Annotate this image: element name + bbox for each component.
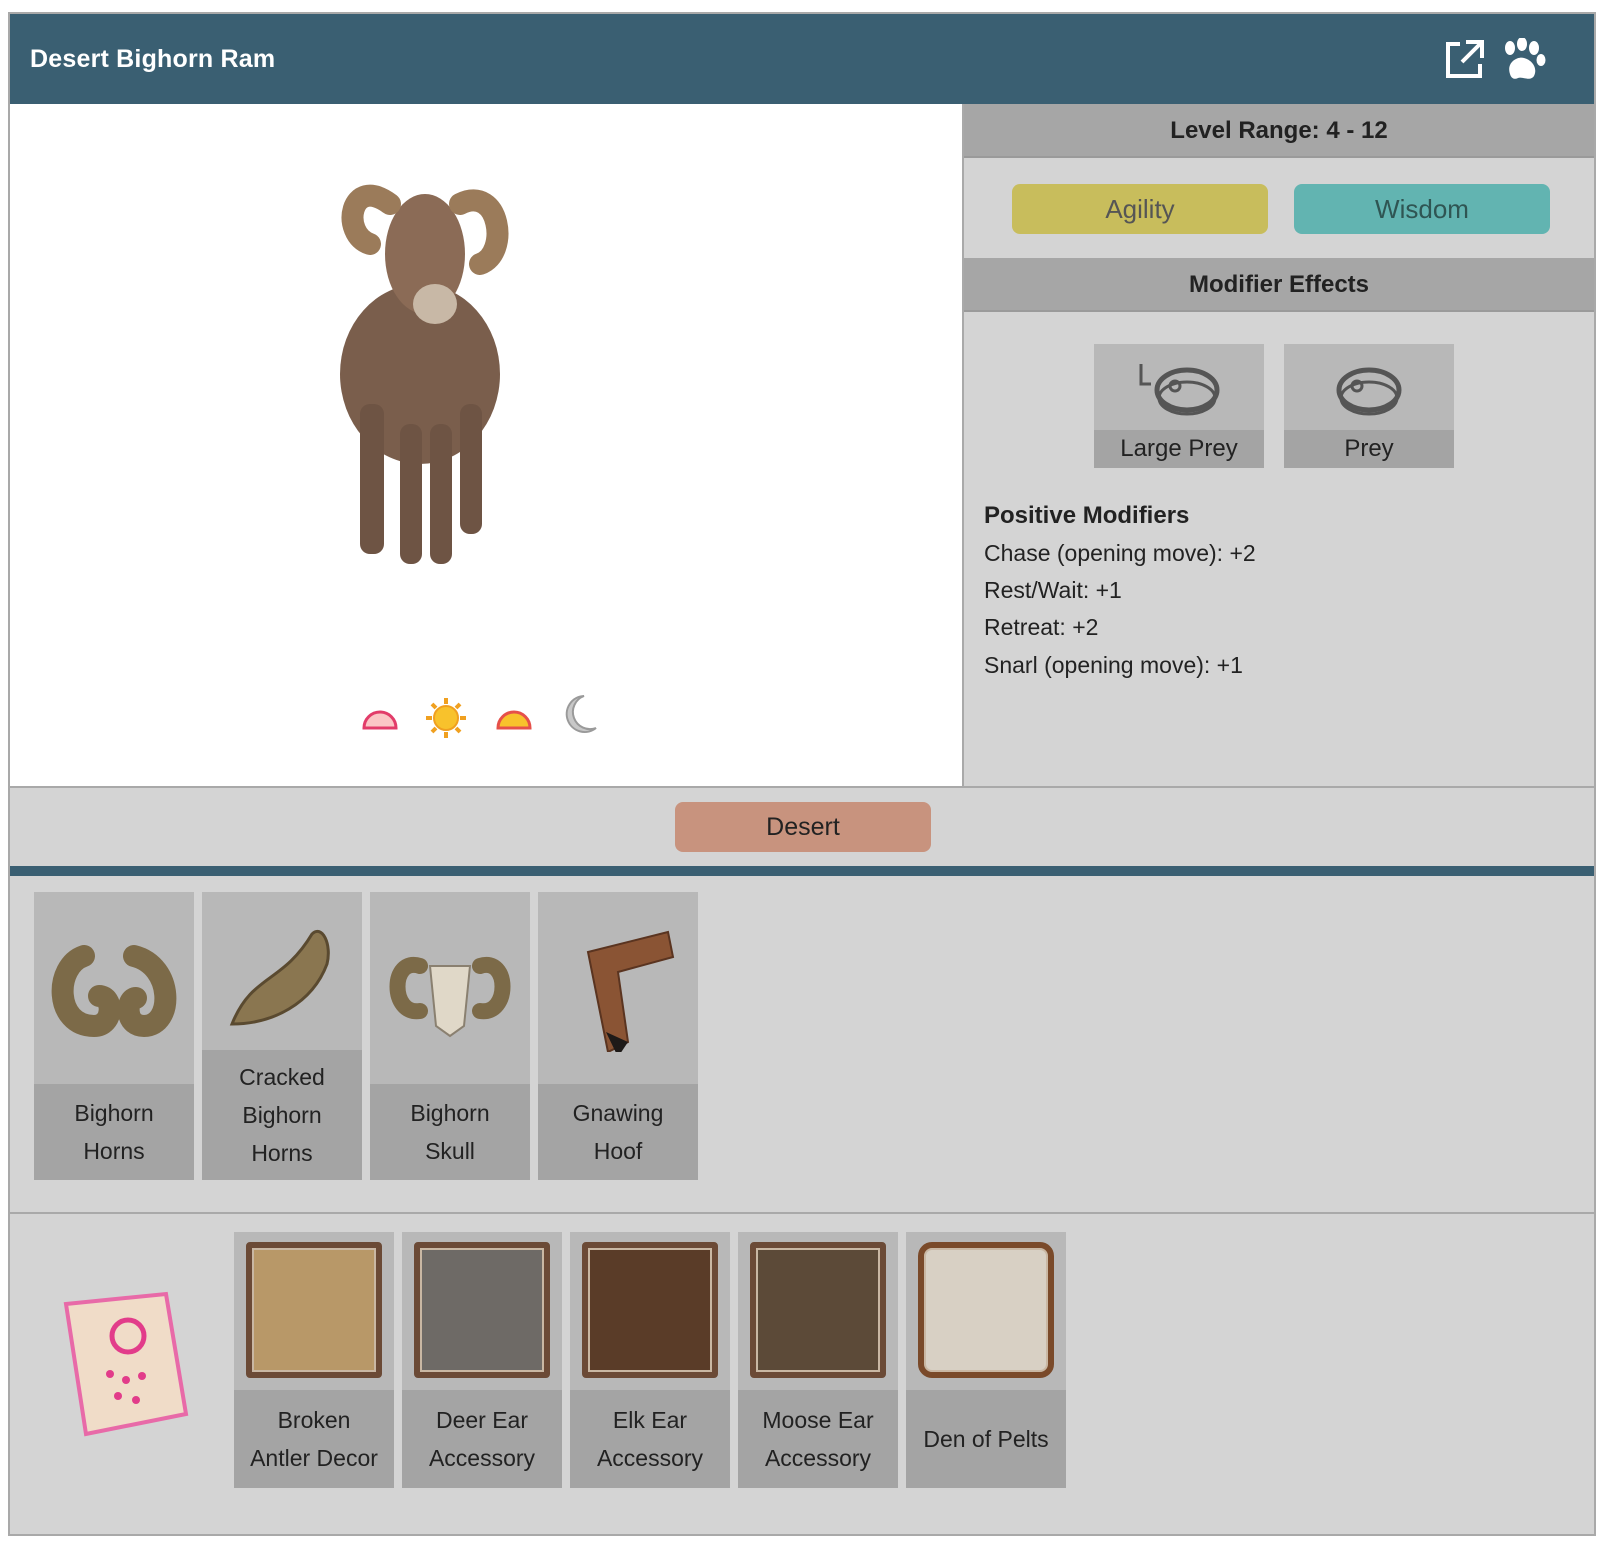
item-label-line: Bighorn xyxy=(74,1100,154,1126)
drop-bighorn-horns[interactable]: Bighorn Horns xyxy=(34,892,194,1180)
item-label-line: Moose Ear xyxy=(762,1407,874,1433)
biome-desert-button[interactable]: Desert xyxy=(675,802,931,852)
scroll-icon xyxy=(46,1284,196,1449)
biome-bar: Desert xyxy=(10,788,1594,866)
item-label-line: Antler Decor xyxy=(250,1445,378,1471)
agility-button[interactable]: Agility xyxy=(1012,184,1268,234)
paw-icon[interactable] xyxy=(1500,37,1546,87)
pelts-icon xyxy=(918,1242,1054,1378)
item-label-line: Hoof xyxy=(593,1138,643,1164)
tag-large-prey[interactable]: Large Prey xyxy=(1094,344,1264,468)
craft-deer-ear-accessory[interactable]: Deer Ear Accessory xyxy=(402,1232,562,1488)
stats-panel: Level Range: 4 - 12 Agility Wisdom Modif… xyxy=(964,104,1594,788)
drop-gnawing-hoof[interactable]: Gnawing Hoof xyxy=(538,892,698,1180)
large-meat-icon xyxy=(1139,364,1220,416)
hoof-icon xyxy=(586,930,675,1052)
creature-title: Desert Bighorn Ram xyxy=(30,45,276,73)
crafts-section: Broken Antler Decor Deer Ear Accessory E… xyxy=(10,1214,1594,1536)
positive-modifiers-title: Positive Modifiers xyxy=(984,502,1190,529)
tag-label: Prey xyxy=(1284,430,1454,468)
item-label-line: Horns xyxy=(251,1140,313,1166)
modifier-line: Snarl (opening move): +1 xyxy=(984,652,1243,678)
creature-card: Desert Bighorn Ram Level Range: 4 - 12 A… xyxy=(8,12,1596,1536)
skull-icon xyxy=(389,956,511,1038)
title-bar: Desert Bighorn Ram xyxy=(10,14,1594,104)
craft-den-of-pelts[interactable]: Den of Pelts xyxy=(906,1232,1066,1488)
modifier-line: Retreat: +2 xyxy=(984,614,1099,640)
wisdom-button[interactable]: Wisdom xyxy=(1294,184,1550,234)
item-label-line: Gnawing xyxy=(572,1100,664,1126)
item-label-line: Elk Ear xyxy=(612,1407,688,1433)
craft-moose-ear-accessory[interactable]: Moose Ear Accessory xyxy=(738,1232,898,1488)
item-label-line: Den of Pelts xyxy=(923,1426,1049,1452)
time-of-day-bar xyxy=(360,695,620,754)
cracked-horn-icon xyxy=(229,930,330,1026)
creature-image-panel xyxy=(10,104,964,788)
sun-icon xyxy=(424,696,468,745)
tag-label: Large Prey xyxy=(1094,430,1264,468)
item-label-line: Accessory xyxy=(764,1445,872,1471)
antler-decor-icon xyxy=(246,1242,382,1378)
horns-icon xyxy=(51,945,177,1038)
item-label-line: Deer Ear xyxy=(435,1407,529,1433)
modifier-effects-heading: Modifier Effects xyxy=(964,258,1594,312)
item-label-line: Horns xyxy=(83,1138,145,1164)
item-label-line: Accessory xyxy=(428,1445,536,1471)
craft-broken-antler-decor[interactable]: Broken Antler Decor xyxy=(234,1232,394,1488)
drop-cracked-bighorn-horns[interactable]: Cracked Bighorn Horns xyxy=(202,892,362,1180)
level-range: Level Range: 4 - 12 xyxy=(964,104,1594,158)
item-label-line: Skull xyxy=(425,1138,475,1164)
item-label-line: Broken xyxy=(277,1407,351,1433)
modifier-line: Chase (opening move): +2 xyxy=(984,540,1256,566)
item-label-line: Bighorn xyxy=(410,1100,490,1126)
section-divider xyxy=(10,866,1594,876)
dawn-icon xyxy=(360,704,400,739)
item-label-line: Cracked xyxy=(239,1064,325,1090)
dusk-icon xyxy=(494,704,534,739)
item-label-line: Accessory xyxy=(596,1445,704,1471)
drop-bighorn-skull[interactable]: Bighorn Skull xyxy=(370,892,530,1180)
tag-prey[interactable]: Prey xyxy=(1284,344,1454,468)
moose-ear-icon xyxy=(750,1242,886,1378)
drops-section: Bighorn Horns Cracked Bighorn Horns Bigh… xyxy=(10,876,1594,1214)
meat-icon xyxy=(1336,367,1402,416)
deer-ear-icon xyxy=(414,1242,550,1378)
external-link-icon[interactable] xyxy=(1442,38,1486,87)
elk-ear-icon xyxy=(582,1242,718,1378)
moon-icon xyxy=(560,692,600,741)
craft-elk-ear-accessory[interactable]: Elk Ear Accessory xyxy=(570,1232,730,1488)
ram-illustration xyxy=(340,184,509,564)
modifier-line: Rest/Wait: +1 xyxy=(984,577,1122,603)
item-label-line: Bighorn xyxy=(242,1102,322,1128)
